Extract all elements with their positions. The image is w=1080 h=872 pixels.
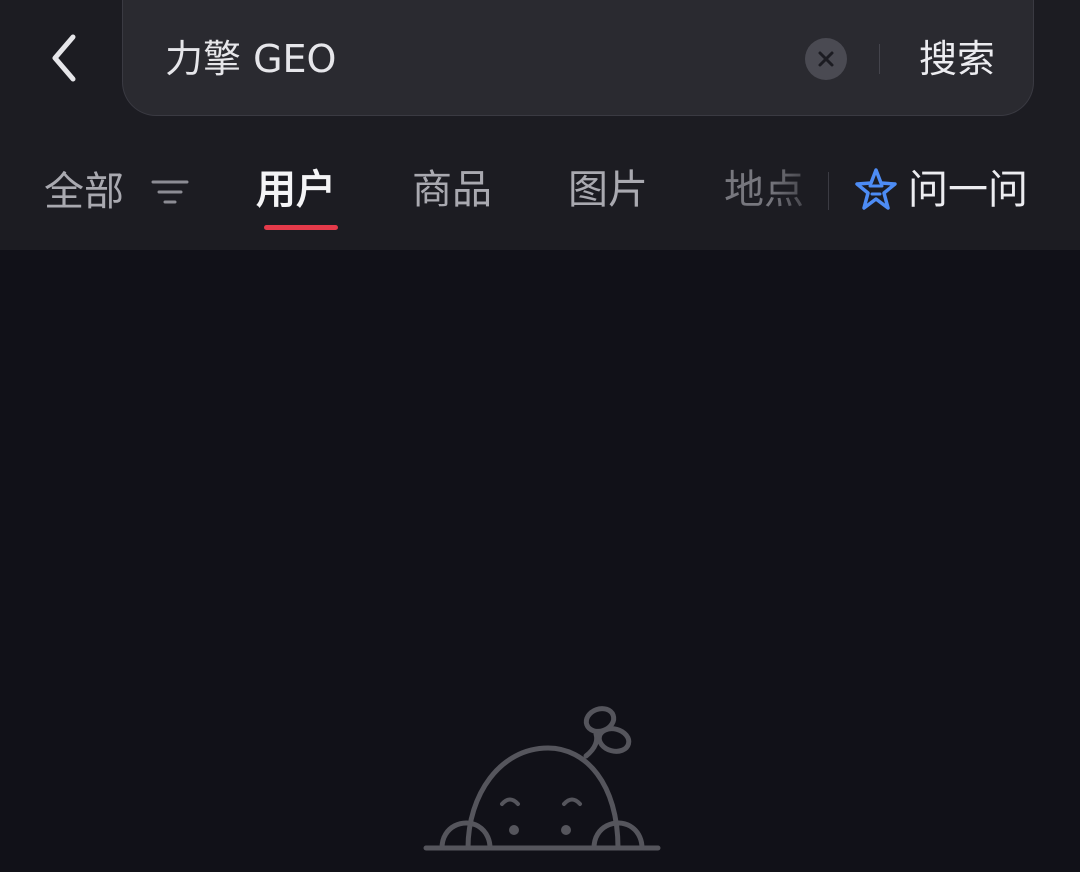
active-tab-indicator — [264, 225, 338, 230]
filter-icon[interactable] — [151, 176, 189, 208]
close-icon — [818, 51, 834, 67]
clear-search-button[interactable] — [805, 38, 847, 80]
search-button[interactable]: 搜索 — [909, 32, 1005, 86]
empty-state-illustration — [423, 706, 661, 851]
ask-button[interactable]: 问一问 — [852, 160, 1028, 220]
search-input[interactable] — [165, 32, 765, 86]
back-button[interactable] — [36, 28, 92, 88]
chevron-left-icon — [52, 34, 76, 82]
ask-button-label: 问一问 — [908, 167, 1028, 213]
tab-images[interactable]: 图片 — [568, 162, 648, 222]
tab-users[interactable]: 用户 — [256, 162, 336, 222]
tab-goods[interactable]: 商品 — [412, 162, 492, 222]
star-spark-icon — [855, 168, 897, 210]
tab-places[interactable]: 地点 — [724, 162, 812, 222]
tab-all-label: 全部 — [44, 169, 124, 215]
top-bar: 搜索 全部 用户 商品 图片 地点 问一问 — [0, 0, 1080, 250]
search-divider — [879, 44, 880, 74]
tab-all[interactable]: 全部 — [44, 162, 194, 222]
tabs-divider — [828, 172, 829, 210]
search-box: 搜索 — [122, 0, 1034, 116]
